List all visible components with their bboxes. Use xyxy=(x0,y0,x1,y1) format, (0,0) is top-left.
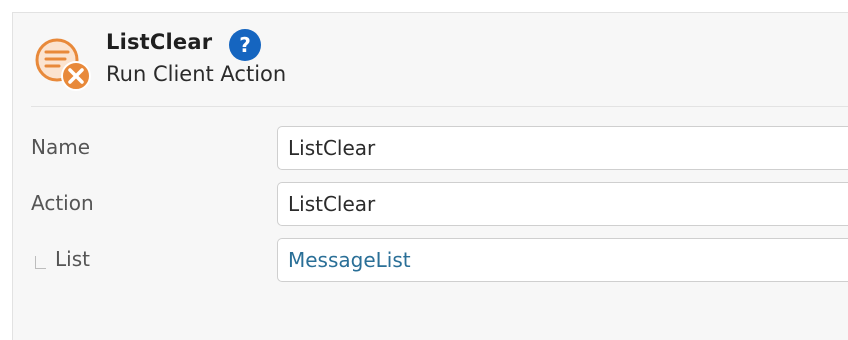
name-field[interactable]: ListClear xyxy=(277,126,848,170)
header-divider xyxy=(31,106,848,107)
action-dropdown-value: ListClear xyxy=(288,192,376,216)
name-field-value: ListClear xyxy=(288,136,376,160)
list-dropdown-value: MessageList xyxy=(288,248,411,272)
list-dropdown[interactable]: MessageList xyxy=(277,238,848,282)
properties-panel: ListClear ? Run Client Action Name ListC… xyxy=(12,12,848,340)
node-title: ListClear xyxy=(106,30,213,54)
action-label: Action xyxy=(31,191,94,215)
tree-connector xyxy=(35,256,46,269)
list-clear-icon xyxy=(35,38,91,91)
node-subtitle: Run Client Action xyxy=(106,62,287,86)
help-icon[interactable]: ? xyxy=(229,29,261,61)
list-label: List xyxy=(55,247,90,271)
action-dropdown[interactable]: ListClear xyxy=(277,182,848,226)
name-label: Name xyxy=(31,135,91,159)
